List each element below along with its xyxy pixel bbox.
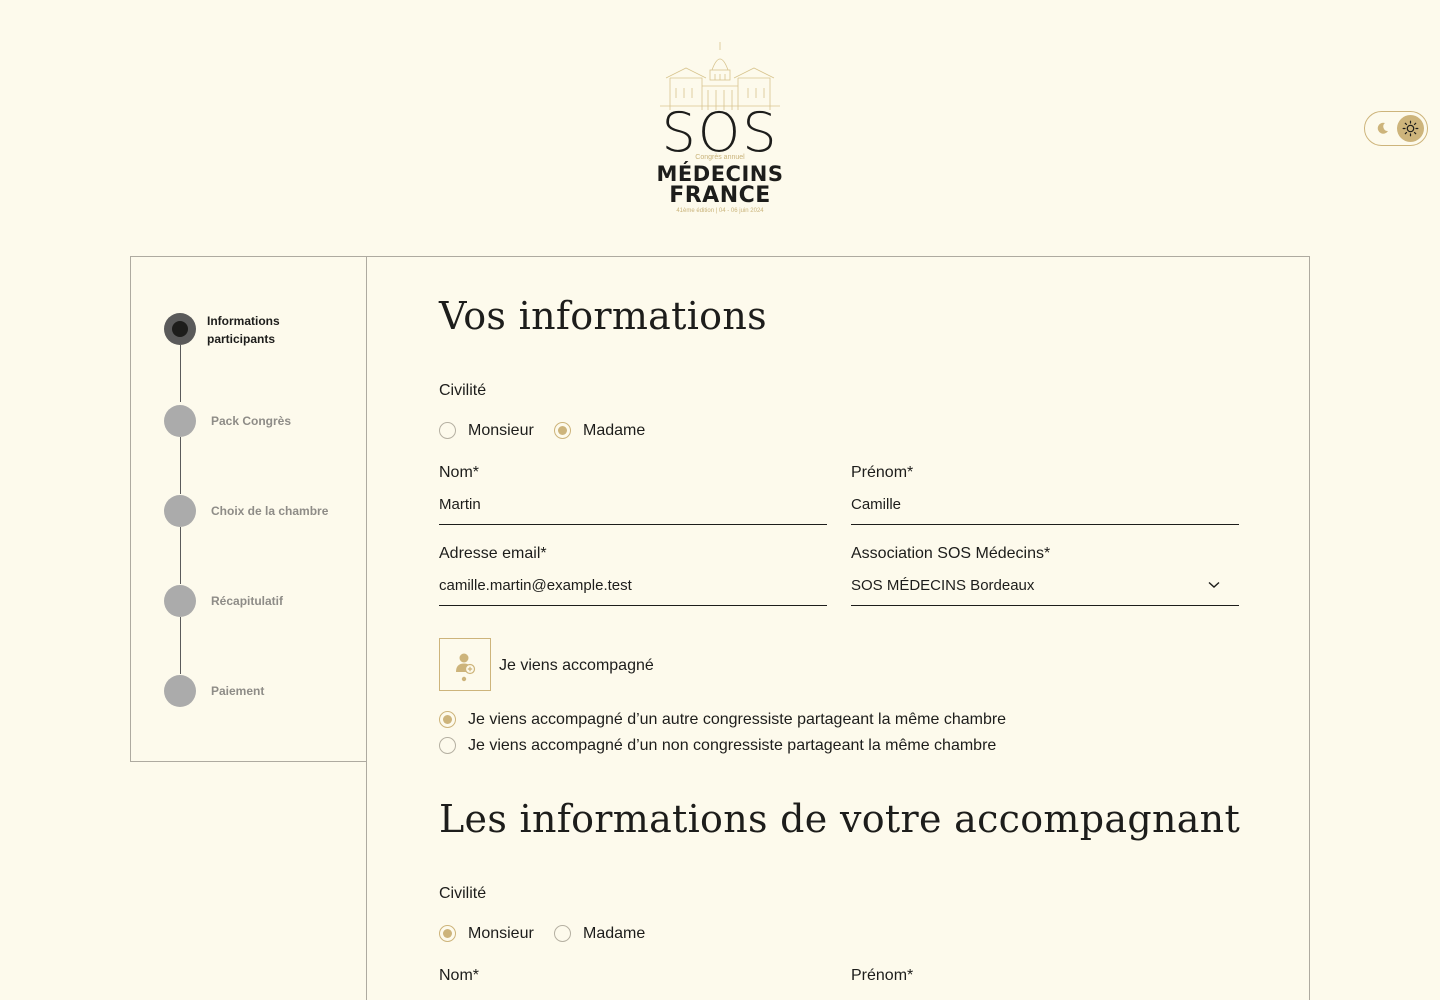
step-label-informations[interactable]: Informations participants [207,312,317,348]
companion-toggle-label[interactable]: Je viens accompagné [499,658,654,674]
nom-input-underline [439,524,827,525]
association-select[interactable]: SOS MÉDECINS Bordeaux [851,578,1034,593]
companion-toggle-button[interactable] [439,638,491,691]
prenom-input-underline [851,524,1239,525]
accompagnant-radio-monsieur[interactable] [439,925,456,942]
moon-icon[interactable] [1375,120,1391,136]
nom-input[interactable]: Martin [439,497,481,512]
prenom-label: Prénom* [851,464,914,481]
accompagnant-nom-label: Nom* [439,967,480,984]
building-illustration-icon [660,42,780,110]
email-label: Adresse email* [439,545,547,562]
accompagnant-radio-label-madame[interactable]: Madame [583,926,645,942]
radio-companion-non-congressiste[interactable] [439,737,456,754]
step-label-recapitulatif[interactable]: Récapitulatif [211,592,283,610]
step-indicator[interactable] [164,405,196,437]
logo-subtitle: Congrès annuel [695,154,745,161]
radio-label-companion-congressiste[interactable]: Je viens accompagné d’un autre congressi… [468,712,1006,728]
association-label: Association SOS Médecins* [851,545,1051,562]
sun-icon [1402,120,1419,137]
logo-medecins: MÉDECINS [656,162,784,186]
sun-button[interactable] [1397,115,1424,142]
logo-edition: 41ème édition | 04 - 06 juin 2024 [676,208,764,214]
accompagnant-radio-label-monsieur[interactable]: Monsieur [468,926,534,942]
radio-monsieur[interactable] [439,422,456,439]
add-person-icon [456,653,476,682]
step-label-pack-congres[interactable]: Pack Congrès [211,412,291,430]
form-panel: Vos informations Civilité Monsieur Madam… [366,256,1310,1000]
step-connector [180,345,181,402]
logo[interactable]: SOS Congrès annuel MÉDECINS FRANCE 41ème… [652,40,788,220]
step-indicator[interactable] [164,585,196,617]
step-connector [180,437,181,494]
step-label-choix-chambre[interactable]: Choix de la chambre [211,502,328,520]
email-input[interactable]: camille.martin@example.test [439,578,632,593]
step-indicator[interactable] [164,675,196,707]
step-indicator[interactable] [164,495,196,527]
section-title-accompagnant: Les informations de votre accompagnant [439,797,1241,841]
step-label-paiement[interactable]: Paiement [211,682,264,700]
step-label-line: Informations [207,314,280,328]
accompagnant-radio-madame[interactable] [554,925,571,942]
radio-label-madame[interactable]: Madame [583,423,645,439]
civilite-label: Civilité [439,382,487,399]
step-connector [180,527,181,584]
association-select-underline [851,605,1239,606]
logo-sos: SOS [661,101,779,164]
accompagnant-civilite-label: Civilité [439,885,487,902]
step-connector [180,617,181,674]
progress-stepper: Informations participants Pack Congrès C… [130,256,367,762]
radio-companion-congressiste[interactable] [439,711,456,728]
step-label-line: participants [207,332,276,346]
email-input-underline [439,605,827,606]
nom-label: Nom* [439,464,480,481]
prenom-input[interactable]: Camille [851,497,901,512]
chevron-down-icon[interactable] [1208,581,1220,589]
radio-label-monsieur[interactable]: Monsieur [468,423,534,439]
theme-toggle[interactable] [1364,111,1428,146]
accompagnant-prenom-label: Prénom* [851,967,914,984]
section-title-participant: Vos informations [439,294,767,338]
radio-label-companion-non-congressiste[interactable]: Je viens accompagné d’un non congressist… [468,738,996,754]
step-indicator-active[interactable] [164,313,196,345]
radio-madame[interactable] [554,422,571,439]
logo-france: FRANCE [669,183,771,208]
